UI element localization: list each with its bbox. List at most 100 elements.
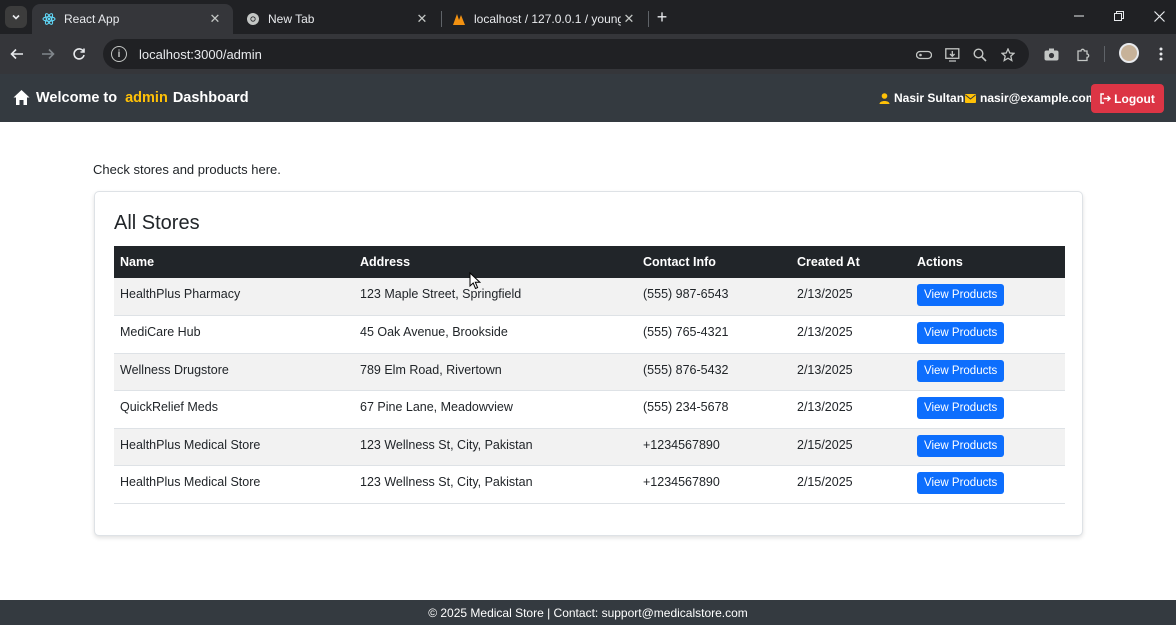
- view-products-button[interactable]: View Products: [917, 284, 1005, 306]
- table-row: HealthPlus Medical Store 123 Wellness St…: [114, 428, 1065, 466]
- brand-welcome-text: Welcome to: [36, 89, 118, 106]
- close-tab-icon[interactable]: ✕: [207, 11, 223, 27]
- tab-title: React App: [64, 12, 120, 26]
- store-name-cell: Wellness Drugstore: [120, 362, 229, 377]
- store-name-cell: QuickRelief Meds: [120, 400, 218, 415]
- tab-phpmyadmin[interactable]: localhost / 127.0.0.1 / young1 / ✕: [442, 4, 647, 34]
- column-header-created: Created At: [797, 255, 860, 269]
- store-created-cell: 2/15/2025: [797, 437, 853, 452]
- user-info: Nasir Sultan: [879, 91, 964, 105]
- table-row: HealthPlus Pharmacy 123 Maple Street, Sp…: [114, 278, 1065, 316]
- url-text: localhost:3000/admin: [139, 46, 262, 62]
- footer-text: © 2025 Medical Store | Contact: support@…: [428, 605, 748, 620]
- window-close-icon[interactable]: [1147, 5, 1171, 27]
- tab-title: localhost / 127.0.0.1 / young1 /: [474, 12, 621, 26]
- brand-dashboard-text: Dashboard: [172, 89, 249, 106]
- phpmyadmin-icon: [452, 12, 466, 26]
- store-name-cell: HealthPlus Medical Store: [120, 437, 261, 452]
- store-contact-cell: +1234567890: [643, 475, 720, 490]
- store-created-cell: 2/13/2025: [797, 362, 853, 377]
- table-header-row: Name Address Contact Info Created At Act…: [114, 246, 1065, 278]
- table-row: Wellness Drugstore 789 Elm Road, Riverto…: [114, 353, 1065, 391]
- store-actions-cell: View Products: [911, 316, 1065, 354]
- sign-out-icon: [1100, 93, 1112, 104]
- store-actions-cell: View Products: [911, 278, 1065, 316]
- store-actions-cell: View Products: [911, 428, 1065, 466]
- reload-icon[interactable]: [68, 43, 90, 65]
- restore-icon[interactable]: [1107, 5, 1131, 27]
- tab-title: New Tab: [268, 12, 315, 26]
- store-name-cell: HealthPlus Medical Store: [120, 475, 261, 490]
- user-icon: [879, 92, 890, 104]
- view-products-button[interactable]: View Products: [917, 472, 1005, 495]
- table-row: MediCare Hub 45 Oak Avenue, Brookside (5…: [114, 316, 1065, 354]
- close-tab-icon[interactable]: ✕: [414, 11, 430, 27]
- store-name-cell: MediCare Hub: [120, 325, 201, 340]
- new-tab-button[interactable]: +: [652, 7, 672, 27]
- store-actions-cell: View Products: [911, 353, 1065, 391]
- user-email-info: nasir@example.com: [965, 91, 1096, 105]
- store-contact-cell: (555) 765-4321: [643, 325, 729, 340]
- react-icon: [42, 12, 56, 26]
- camera-icon[interactable]: [1041, 44, 1061, 64]
- store-actions-cell: View Products: [911, 466, 1065, 504]
- column-header-name: Name: [120, 255, 155, 269]
- logout-label: Logout: [1114, 91, 1155, 106]
- brand-role-text: admin: [125, 89, 168, 106]
- page-footer: © 2025 Medical Store | Contact: support@…: [0, 600, 1176, 625]
- store-address-cell: 45 Oak Avenue, Brookside: [360, 325, 508, 340]
- user-name: Nasir Sultan: [894, 91, 965, 105]
- tab-search-button[interactable]: [5, 6, 27, 28]
- browser-tabstrip: React App ✕ New Tab ✕ localhost / 127.0.…: [0, 0, 1176, 34]
- close-tab-icon[interactable]: ✕: [621, 11, 637, 27]
- card-title: All Stores: [114, 212, 200, 234]
- minimize-icon[interactable]: [1067, 5, 1091, 27]
- profile-avatar-icon[interactable]: [1119, 43, 1139, 63]
- toolbar-separator: [1104, 46, 1105, 62]
- store-created-cell: 2/15/2025: [797, 475, 853, 490]
- navbar-brand[interactable]: Welcome to admin Dashboard: [13, 89, 249, 106]
- envelope-icon: [965, 93, 976, 103]
- home-icon: [13, 90, 30, 105]
- store-address-cell: 123 Wellness St, City, Pakistan: [360, 437, 533, 452]
- store-address-cell: 789 Elm Road, Rivertown: [360, 362, 502, 377]
- stores-card: All Stores Name Address Contact Info Cre…: [94, 191, 1083, 536]
- tab-separator: [648, 11, 649, 27]
- tab-new-tab[interactable]: New Tab ✕: [236, 4, 440, 34]
- address-bar[interactable]: i localhost:3000/admin: [103, 39, 1029, 69]
- zoom-icon[interactable]: [971, 46, 989, 64]
- store-name-cell: HealthPlus Pharmacy: [120, 287, 241, 301]
- store-created-cell: 2/13/2025: [797, 325, 853, 340]
- back-arrow-icon[interactable]: [6, 43, 28, 65]
- column-header-address: Address: [360, 255, 411, 269]
- column-header-contact: Contact Info: [643, 255, 716, 269]
- mouse-pointer-icon: [469, 272, 481, 290]
- view-products-button[interactable]: View Products: [917, 322, 1005, 345]
- store-address-cell: 123 Wellness St, City, Pakistan: [360, 475, 533, 490]
- app-navbar: Welcome to admin Dashboard Nasir Sultan …: [0, 74, 1176, 122]
- stores-table: Name Address Contact Info Created At Act…: [114, 246, 1065, 504]
- extensions-puzzle-icon[interactable]: [1073, 44, 1093, 64]
- logout-button[interactable]: Logout: [1091, 84, 1164, 113]
- store-contact-cell: +1234567890: [643, 437, 720, 452]
- more-menu-icon[interactable]: [1151, 44, 1171, 64]
- user-email: nasir@example.com: [980, 91, 1097, 105]
- password-key-icon[interactable]: [915, 46, 933, 64]
- store-actions-cell: View Products: [911, 391, 1065, 429]
- view-products-button[interactable]: View Products: [917, 359, 1005, 382]
- tab-react-app[interactable]: React App ✕: [32, 4, 233, 34]
- bookmark-star-icon[interactable]: [999, 46, 1017, 64]
- store-contact-cell: (555) 876-5432: [643, 362, 729, 377]
- install-app-icon[interactable]: [943, 46, 961, 64]
- column-header-actions: Actions: [917, 255, 963, 269]
- site-info-icon[interactable]: i: [111, 46, 127, 62]
- view-products-button[interactable]: View Products: [917, 397, 1005, 420]
- store-contact-cell: (555) 987-6543: [643, 287, 729, 301]
- store-address-cell: 123 Maple Street, Springfield: [360, 287, 522, 301]
- store-contact-cell: (555) 234-5678: [643, 400, 729, 415]
- forward-arrow-icon[interactable]: [37, 43, 59, 65]
- intro-text: Check stores and products here.: [93, 162, 281, 177]
- store-created-cell: 2/13/2025: [797, 287, 853, 301]
- view-products-button[interactable]: View Products: [917, 434, 1005, 457]
- table-row: HealthPlus Medical Store 123 Wellness St…: [114, 466, 1065, 504]
